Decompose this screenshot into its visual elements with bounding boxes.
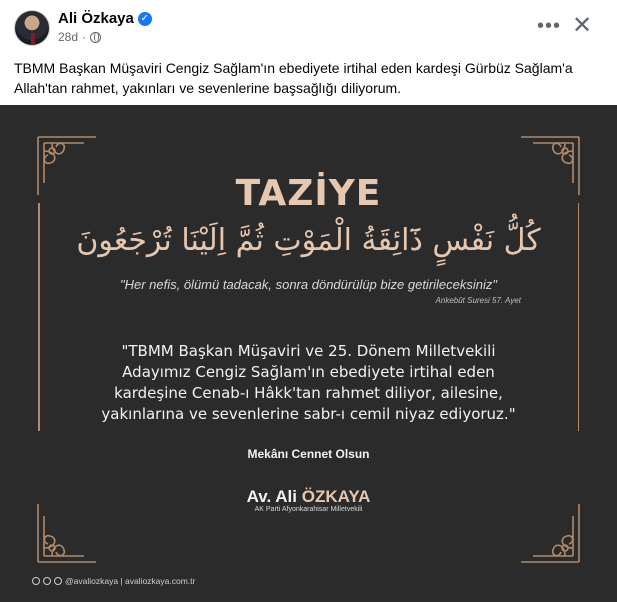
post-image[interactable]: TAZİYE كُلُّ نَفْسٍ ذَٓائِقَةُ الْمَوْتِ… [0,105,617,602]
post-time[interactable]: 28d [58,30,78,44]
verse-source: Ankebût Suresi 57. Ayet [435,296,521,305]
signature-title: AK Parti Afyonkarahisar Milletvekili [254,506,363,513]
verse-translation: "Her nefis, ölümü tadacak, sonra döndürü… [119,277,498,292]
signature-name: Av. Ali ÖZKAYA [0,487,617,507]
facebook-post: Ali Özkaya ✓ 28d · ••• ✕ TBMM Başkan Müş… [0,0,617,602]
author-name-text[interactable]: Ali Özkaya [58,10,134,27]
facebook-icon [32,577,40,585]
social-handle: @avaliozkaya | avaliozkaya.com.tr [65,576,196,586]
arabic-verse: كُلُّ نَفْسٍ ذَٓائِقَةُ الْمَوْتِ ثُمَّ … [76,223,541,258]
post-header: Ali Özkaya ✓ 28d · ••• ✕ [0,0,617,52]
author-name[interactable]: Ali Özkaya ✓ [58,10,152,27]
post-meta: 28d · [58,30,102,44]
signature-prefix: Av. Ali [246,487,302,506]
instagram-icon [54,577,62,585]
closing-line: Mekânı Cennet Olsun [247,447,370,461]
close-button[interactable]: ✕ [567,12,597,42]
post-caption: TBMM Başkan Müşaviri Cengiz Sağlam'ın eb… [14,60,573,96]
signature-surname: ÖZKAYA [301,487,371,506]
globe-icon [90,31,102,43]
verified-badge-icon: ✓ [137,11,152,26]
social-footer: @avaliozkaya | avaliozkaya.com.tr [32,576,195,586]
condolence-message: "TBMM Başkan Müşaviri ve 25. Dönem Mille… [101,342,516,423]
condolence-title: TAZİYE [235,173,382,214]
more-options-button[interactable]: ••• [534,12,564,42]
twitter-icon [43,577,51,585]
author-avatar[interactable] [14,10,50,46]
